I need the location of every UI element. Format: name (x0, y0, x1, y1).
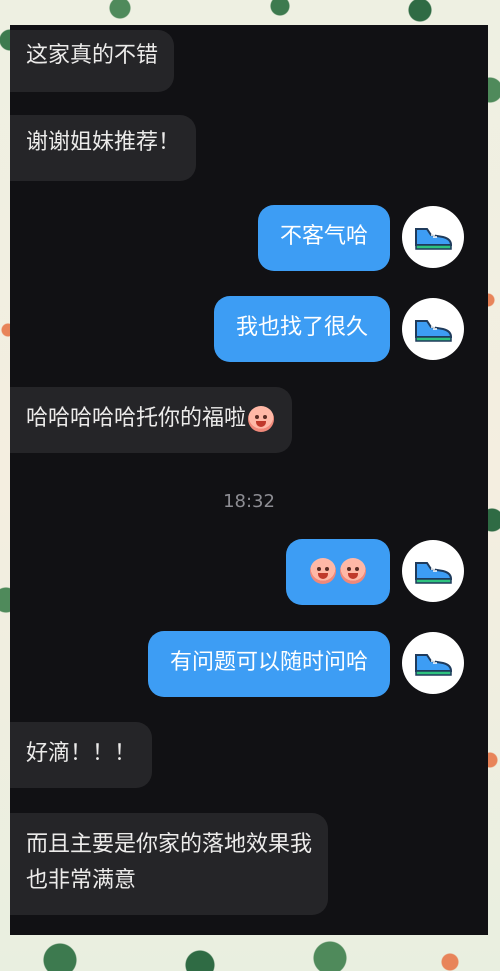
message-bubble-received[interactable]: 好滴！！！ (10, 722, 153, 788)
avatar[interactable] (402, 206, 464, 268)
message-bubble-sent[interactable]: 有问题可以随时问哈 (147, 631, 390, 697)
sneaker-icon (415, 654, 453, 676)
avatar[interactable] (402, 298, 464, 360)
message-text: 我也找了很久 (235, 315, 368, 340)
message-text: 谢谢姐妹推荐！ (26, 130, 181, 155)
avatar[interactable] (402, 632, 464, 694)
message-text: 这家真的不错 (26, 43, 159, 68)
message-bubble-received[interactable]: 哈哈哈哈哈托你的福啦 (10, 387, 293, 453)
avatar[interactable] (402, 540, 464, 602)
sneaker-icon (415, 228, 453, 250)
sneaker-icon (415, 562, 453, 584)
message-text: 哈哈哈哈哈托你的福啦 (26, 406, 247, 431)
message-bubble-received[interactable]: 谢谢姐妹推荐！ (10, 115, 197, 181)
sneaker-icon (415, 320, 453, 342)
message-text: 有问题可以随时问哈 (169, 650, 368, 675)
message-text: 不客气哈 (279, 224, 368, 249)
chat-panel[interactable]: 这家真的不错 谢谢姐妹推荐！ 不客气哈 我也找了很久 哈哈哈哈哈托你的福啦 18… (10, 25, 488, 935)
message-bubble-sent[interactable]: 我也找了很久 (213, 296, 390, 362)
message-bubble-received[interactable]: 这家真的不错 (10, 30, 175, 92)
message-bubble-sent[interactable] (286, 539, 390, 605)
blushing-face-icon (310, 558, 336, 584)
laughing-face-icon (248, 406, 275, 432)
message-text: 好滴！！！ (26, 741, 137, 766)
message-bubble-received[interactable]: 而且主要是你家的落地效果我 也非常满意 (10, 813, 329, 915)
blushing-face-icon (340, 558, 366, 584)
timestamp: 18:32 (223, 491, 275, 512)
message-text-line: 也非常满意 (26, 868, 137, 893)
message-text-line: 而且主要是你家的落地效果我 (26, 832, 313, 857)
message-bubble-sent[interactable]: 不客气哈 (257, 205, 390, 271)
